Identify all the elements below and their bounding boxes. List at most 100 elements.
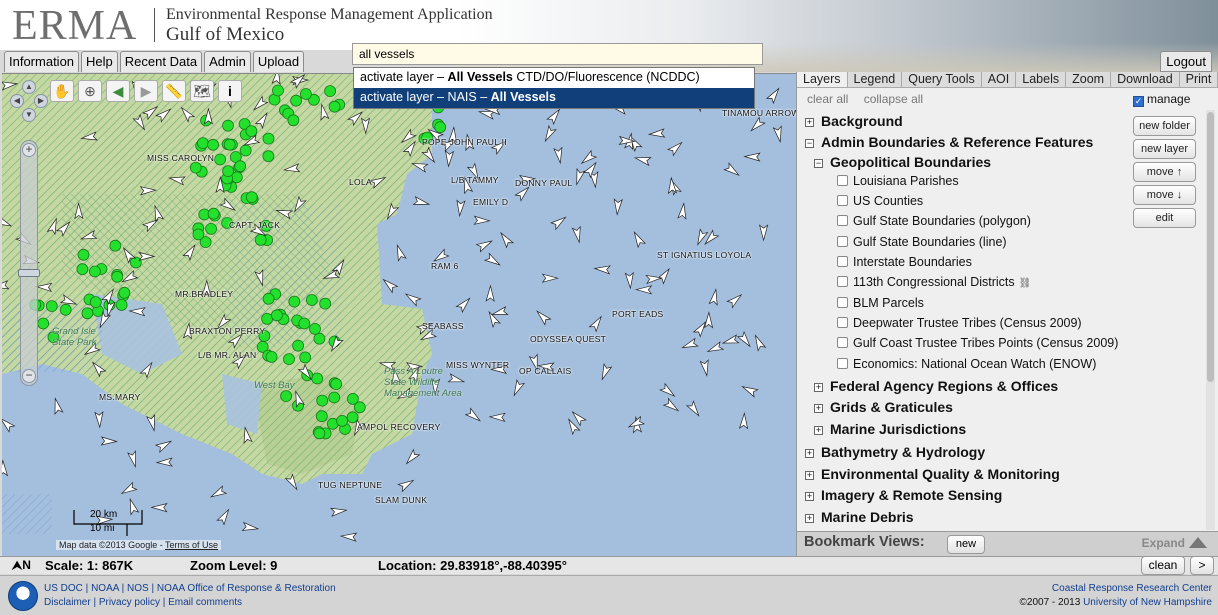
tab-layers[interactable]: Layers	[797, 72, 848, 87]
expand-icon[interactable]: +	[805, 471, 814, 480]
zoom-in-icon[interactable]: +	[22, 143, 36, 157]
noaa-orr-link[interactable]: NOAA Office of Response & Restoration	[157, 583, 336, 594]
layer-item[interactable]: Gulf State Boundaries (polygon)	[837, 214, 1031, 228]
layer-checkbox[interactable]	[837, 337, 848, 348]
layer-checkbox[interactable]	[837, 236, 848, 247]
us-doc-link[interactable]: US DOC	[44, 583, 83, 594]
collapse-icon[interactable]: −	[805, 139, 814, 148]
layer-checkbox[interactable]	[837, 175, 848, 186]
search-input[interactable]	[352, 43, 763, 65]
layer-item[interactable]: BLM Parcels	[837, 296, 924, 310]
tab-download[interactable]: Download	[1111, 72, 1180, 87]
tab-zoom[interactable]: Zoom	[1066, 72, 1112, 87]
layer-item[interactable]: US Counties	[837, 194, 923, 208]
crrc-link[interactable]: Coastal Response Research Center	[1052, 583, 1212, 594]
tab-information[interactable]: Information	[4, 51, 80, 72]
back-arrow-icon[interactable]: ◀	[106, 80, 130, 102]
tab-aoi[interactable]: AOI	[982, 72, 1017, 87]
clear-all-link[interactable]: clear all	[807, 92, 848, 106]
zoom-box-icon[interactable]: ⊕	[78, 80, 102, 102]
tab-print[interactable]: Print	[1180, 72, 1218, 87]
layer-item[interactable]: Gulf State Boundaries (line)	[837, 235, 1007, 249]
tree-folder[interactable]: + Marine Jurisdictions	[814, 421, 966, 437]
unh-link[interactable]: University of New Hampshire	[1083, 597, 1212, 608]
new-folder-button[interactable]: new folder	[1133, 116, 1196, 136]
panel-scrollbar[interactable]	[1206, 110, 1215, 530]
layer-checkbox[interactable]	[837, 195, 848, 206]
zoom-slider-handle[interactable]	[18, 269, 40, 277]
pan-left-icon[interactable]: ◀	[10, 94, 24, 108]
expand-icon[interactable]: +	[805, 492, 814, 501]
layer-checkbox[interactable]	[837, 317, 848, 328]
measure-ruler-icon[interactable]: 📏	[162, 80, 186, 102]
expand-icon[interactable]: +	[814, 383, 823, 392]
privacy-policy-link[interactable]: Privacy policy	[99, 597, 160, 608]
expand-icon[interactable]: +	[814, 404, 823, 413]
pan-right-icon[interactable]: ▶	[34, 94, 48, 108]
move-up-button[interactable]: move ↑	[1133, 162, 1196, 182]
tree-folder[interactable]: + Imagery & Remote Sensing	[805, 487, 1002, 503]
tree-folder[interactable]: + Grids & Graticules	[814, 399, 953, 415]
tab-query-tools[interactable]: Query Tools	[902, 72, 982, 87]
terms-of-use-link[interactable]: Terms of Use	[165, 540, 218, 550]
layer-item[interactable]: Economics: National Ocean Watch (ENOW)	[837, 357, 1096, 371]
hand-pan-icon[interactable]: ✋	[50, 80, 74, 102]
noaa-logo-icon[interactable]	[8, 581, 38, 611]
tree-folder[interactable]: − Admin Boundaries & Reference Features	[805, 134, 1093, 150]
manage-checkbox[interactable]: ✓	[1133, 96, 1144, 107]
layer-item[interactable]: Louisiana Parishes	[837, 174, 959, 188]
tab-recent-data[interactable]: Recent Data	[119, 51, 203, 72]
layer-item[interactable]: Deepwater Trustee Tribes (Census 2009)	[837, 316, 1082, 330]
tree-folder[interactable]: + Environmental Quality & Monitoring	[805, 466, 1060, 482]
layer-checkbox[interactable]	[837, 358, 848, 369]
layer-checkbox[interactable]	[837, 215, 848, 226]
disclaimer-link[interactable]: Disclaimer	[44, 597, 91, 608]
next-button[interactable]: >	[1190, 556, 1214, 575]
layer-checkbox[interactable]	[837, 276, 848, 287]
pan-down-icon[interactable]: ▼	[22, 108, 36, 122]
tab-labels[interactable]: Labels	[1016, 72, 1067, 87]
suggestion-item-active[interactable]: activate layer – NAIS – All Vessels	[354, 88, 754, 108]
map-view[interactable]: ▲ ◀ ▶ ▼ ✋ ⊕ ◀ ▶ 📏 🗺 i + − TINAMOU ARROW …	[2, 73, 796, 556]
tree-folder[interactable]: + Marine Debris	[805, 509, 914, 525]
expand-icon[interactable]: +	[805, 449, 814, 458]
pan-up-icon[interactable]: ▲	[22, 80, 36, 94]
logout-button[interactable]: Logout	[1160, 51, 1212, 72]
tab-legend[interactable]: Legend	[848, 72, 903, 87]
expand-icon[interactable]: +	[805, 514, 814, 523]
new-layer-button[interactable]: new layer	[1133, 139, 1196, 159]
tab-upload[interactable]: Upload	[252, 51, 305, 72]
layer-item[interactable]: 113th Congressional Districts ⛓	[837, 275, 1031, 289]
map-scroll-icon[interactable]: 🗺	[190, 80, 214, 102]
scrollbar-thumb[interactable]	[1207, 112, 1214, 382]
layer-checkbox[interactable]	[837, 297, 848, 308]
tree-folder[interactable]: − Geopolitical Boundaries	[814, 154, 991, 170]
layer-checkbox[interactable]	[837, 256, 848, 267]
clean-button[interactable]: clean	[1141, 556, 1185, 575]
link-icon[interactable]: ⛓	[1019, 278, 1032, 289]
expand-icon[interactable]: +	[814, 426, 823, 435]
tree-folder[interactable]: + Background	[805, 113, 903, 129]
email-comments-link[interactable]: Email comments	[168, 597, 242, 608]
tree-folder[interactable]: + Federal Agency Regions & Offices	[814, 378, 1058, 394]
noaa-link[interactable]: NOAA	[91, 583, 119, 594]
tab-help[interactable]: Help	[81, 51, 118, 72]
tree-folder[interactable]: + Bathymetry & Hydrology	[805, 444, 985, 460]
layer-item[interactable]: Interstate Boundaries	[837, 255, 972, 269]
expand-icon[interactable]: +	[805, 118, 814, 127]
tab-admin[interactable]: Admin	[204, 51, 251, 72]
collapse-icon[interactable]: −	[814, 159, 823, 168]
move-down-button[interactable]: move ↓	[1133, 185, 1196, 205]
collapse-all-link[interactable]: collapse all	[864, 92, 923, 106]
forward-arrow-icon[interactable]: ▶	[134, 80, 158, 102]
info-icon[interactable]: i	[218, 80, 242, 102]
manage-toggle[interactable]: ✓ manage	[1133, 92, 1190, 107]
expand-triangle-icon[interactable]	[1189, 537, 1207, 548]
expand-label[interactable]: Expand	[1142, 536, 1185, 550]
edit-button[interactable]: edit	[1133, 208, 1196, 228]
zoom-slider[interactable]: + −	[18, 140, 40, 386]
suggestion-item[interactable]: activate layer – All Vessels CTD/DO/Fluo…	[354, 68, 754, 88]
nos-link[interactable]: NOS	[127, 583, 149, 594]
zoom-out-icon[interactable]: −	[22, 369, 36, 383]
new-bookmark-button[interactable]: new	[947, 535, 985, 554]
